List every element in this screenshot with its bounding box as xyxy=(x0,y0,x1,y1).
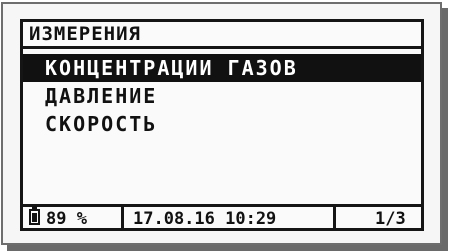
datetime-status: 17.08.16 10:29 xyxy=(133,207,276,231)
screen-title: ИЗМЕРЕНИЯ xyxy=(29,23,141,45)
lcd-screen: ИЗМЕРЕНИЯ КОНЦЕНТРАЦИИ ГАЗОВ ДАВЛЕНИЕ СК… xyxy=(20,19,424,231)
menu-item-pressure[interactable]: ДАВЛЕНИЕ xyxy=(23,82,421,110)
battery-level: 89 % xyxy=(46,209,87,229)
battery-icon xyxy=(29,206,40,225)
menu-item-label: СКОРОСТЬ xyxy=(45,112,158,136)
status-divider xyxy=(121,207,124,231)
device-bezel: ИЗМЕРЕНИЯ КОНЦЕНТРАЦИИ ГАЗОВ ДАВЛЕНИЕ СК… xyxy=(1,2,442,245)
battery-status: 89 % xyxy=(29,206,87,231)
status-divider xyxy=(333,207,336,231)
status-bar: 89 % 17.08.16 10:29 1/3 xyxy=(23,204,421,231)
menu-item-speed[interactable]: СКОРОСТЬ xyxy=(23,110,421,138)
menu-item-label: КОНЦЕНТРАЦИИ ГАЗОВ xyxy=(45,56,298,80)
title-bar: ИЗМЕРЕНИЯ xyxy=(23,22,421,49)
menu-item-label: ДАВЛЕНИЕ xyxy=(45,84,158,108)
measurement-menu: КОНЦЕНТРАЦИИ ГАЗОВ ДАВЛЕНИЕ СКОРОСТЬ xyxy=(23,54,421,138)
page-value: 1/3 xyxy=(375,209,406,229)
datetime-value: 17.08.16 10:29 xyxy=(133,209,277,229)
menu-item-gas-concentration[interactable]: КОНЦЕНТРАЦИИ ГАЗОВ xyxy=(23,54,421,82)
page-indicator: 1/3 xyxy=(375,207,406,231)
